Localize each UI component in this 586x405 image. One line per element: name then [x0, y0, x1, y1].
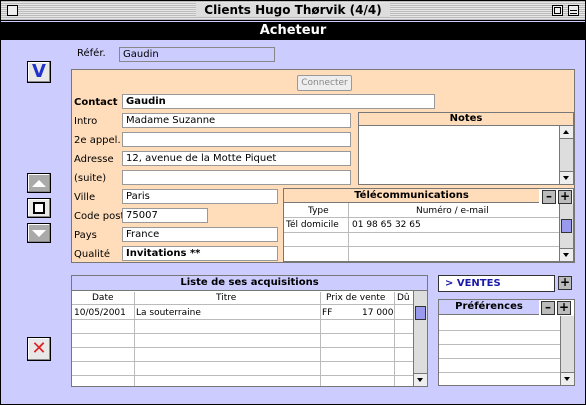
notes-title: Notes [359, 113, 573, 126]
pays-label: Pays [74, 230, 97, 241]
telecom-row-divider [284, 246, 559, 247]
acq-row-divider [72, 361, 413, 362]
ventes-add-button[interactable]: + [558, 276, 572, 290]
stop-square-icon [33, 202, 45, 214]
acq-col-titre: Titre [216, 293, 237, 303]
acq-scrollbar[interactable] [413, 291, 427, 386]
zoom-box-icon[interactable] [552, 5, 563, 16]
collapse-box-icon[interactable] [568, 5, 579, 16]
preferences-scrollbar[interactable] [560, 316, 574, 385]
section-header: Acheteur [1, 22, 585, 40]
preferences-remove-button[interactable]: – [541, 301, 555, 315]
arrow-up-icon [32, 180, 46, 187]
acq-row-date[interactable]: 10/05/2001 [74, 308, 126, 318]
scroll-down-icon[interactable] [414, 373, 427, 386]
previous-record-button[interactable] [27, 173, 51, 193]
intro-field[interactable]: Madame Suzanne [122, 113, 351, 128]
acq-row-prix[interactable]: 17 000 [362, 308, 394, 318]
ville-field[interactable]: Paris [122, 189, 278, 204]
window-title: Clients Hugo Thørvik (4/4) [196, 3, 390, 17]
acq-row-divider [72, 347, 413, 348]
scroll-down-icon[interactable] [561, 372, 574, 385]
stop-button[interactable] [27, 198, 51, 218]
ville-label: Ville [74, 192, 96, 203]
cp-label: Code post. [74, 211, 128, 222]
adresse-field[interactable]: 12, avenue de la Motte Piquet [122, 151, 351, 166]
pref-row-divider [439, 344, 560, 345]
acq-col-prix: Prix de vente [326, 293, 386, 303]
window-title-wrap: Clients Hugo Thørvik (4/4) [1, 3, 585, 17]
qualite-field[interactable]: Invitations ** [122, 246, 278, 261]
ventes-button[interactable]: > VENTES [438, 275, 555, 292]
intro-label: Intro [74, 116, 98, 127]
telecom-col-numero: Numéro / e-mail [416, 206, 489, 216]
telecom-col-divider [348, 203, 349, 261]
next-record-button[interactable] [27, 223, 51, 243]
preferences-list: Préférences – + [438, 299, 575, 386]
acq-row-divider [72, 319, 413, 320]
reference-field[interactable]: Gaudin [119, 47, 275, 62]
title-bar[interactable]: Clients Hugo Thørvik (4/4) [1, 1, 585, 21]
scroll-up-icon[interactable] [560, 126, 573, 139]
notes-box[interactable]: Notes [358, 112, 574, 185]
telecom-remove-button[interactable]: – [542, 190, 556, 204]
telecom-row-numero[interactable]: 01 98 65 32 65 [352, 220, 421, 230]
scroll-down-icon[interactable] [560, 171, 573, 184]
acquisitions-list: Liste de ses acquisitions Date Titre Pri… [71, 275, 428, 387]
telecom-list: Télécommunications – + Type Numéro / e-m… [283, 188, 574, 262]
acq-col-date: Date [92, 293, 114, 303]
acq-divider [72, 304, 413, 305]
connect-button[interactable]: Connecter [297, 75, 352, 91]
telecom-title: Télécommunications [284, 189, 539, 203]
delete-button[interactable]: ✕ [27, 337, 51, 361]
telecom-scroll-thumb[interactable] [561, 219, 572, 233]
cp-field[interactable]: 75007 [122, 208, 208, 223]
preferences-title: Préférences [439, 300, 539, 315]
acq-row-divider [72, 333, 413, 334]
preferences-add-button[interactable]: + [557, 301, 571, 315]
reference-label: Référ. [77, 48, 106, 59]
telecom-col-type: Type [308, 206, 329, 216]
acq-row-devise[interactable]: FF [322, 308, 332, 318]
telecom-scrollbar[interactable] [559, 204, 573, 261]
client-window: Clients Hugo Thørvik (4/4) Acheteur V ✕ … [0, 0, 586, 405]
arrow-down-icon [32, 230, 46, 237]
contact-label: Contact [74, 97, 118, 108]
validate-button[interactable]: V [27, 61, 51, 83]
scroll-down-icon[interactable] [560, 248, 573, 261]
acq-col-divider [320, 292, 321, 386]
adresse-label: Adresse [74, 154, 114, 165]
suite-label: (suite) [74, 173, 107, 184]
qualite-label: Qualité [74, 249, 110, 260]
contact-field[interactable]: Gaudin [122, 94, 435, 109]
acq-col-divider [394, 292, 395, 386]
appel2-label: 2e appel. [74, 135, 121, 146]
pref-row-divider [439, 372, 560, 373]
acq-row-divider [72, 375, 413, 376]
pays-field[interactable]: France [122, 227, 278, 242]
telecom-divider [284, 217, 559, 218]
pref-row-divider [439, 358, 560, 359]
telecom-add-button[interactable]: + [558, 190, 572, 204]
telecom-row-type[interactable]: Tél domicile [286, 220, 339, 230]
telecom-row-divider [284, 232, 559, 233]
notes-scrollbar[interactable] [559, 126, 573, 184]
acquisitions-title: Liste de ses acquisitions [72, 276, 427, 291]
acq-row-titre[interactable]: La souterraine [136, 308, 201, 318]
appel2-field[interactable] [122, 132, 351, 147]
pref-row-divider [439, 330, 560, 331]
acq-scroll-thumb[interactable] [415, 306, 426, 320]
acq-col-divider [134, 292, 135, 386]
suite-field[interactable] [122, 170, 351, 185]
acq-col-du: Dû [397, 293, 410, 303]
